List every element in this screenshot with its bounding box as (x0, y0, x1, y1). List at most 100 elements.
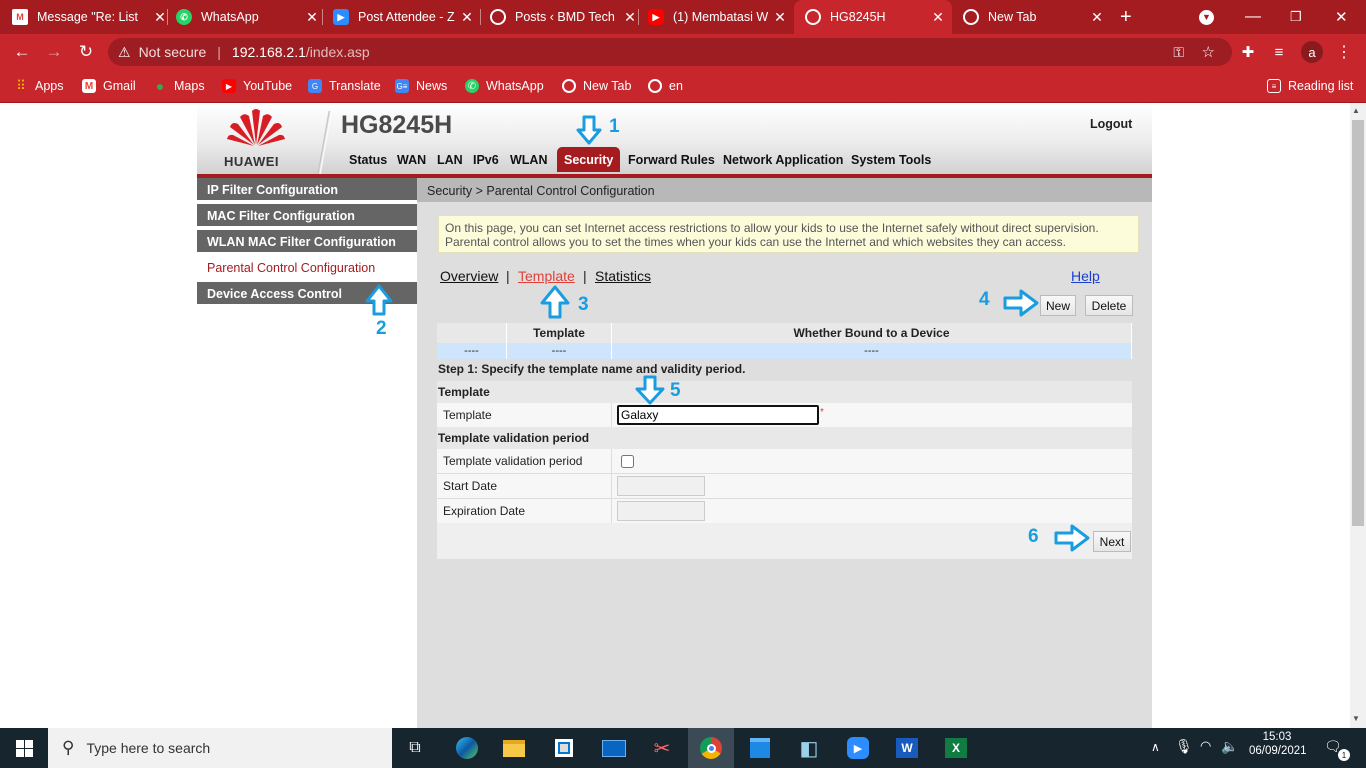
expiration-date-label: Expiration Date (437, 499, 612, 523)
word-icon[interactable]: W (884, 728, 930, 768)
start-date-input[interactable] (617, 476, 705, 496)
arrow-down-icon (635, 375, 665, 405)
close-icon[interactable]: ✕ (304, 9, 320, 26)
tab-search-icon[interactable]: ▼ (1199, 0, 1215, 34)
task-view-icon[interactable]: ⧉ (392, 728, 438, 768)
delete-button[interactable]: Delete (1085, 295, 1133, 316)
tab-title: New Tab (988, 10, 1037, 24)
reading-list[interactable]: ≡ Reading list (1267, 70, 1353, 102)
menu-icon[interactable]: ⋮ (1330, 34, 1358, 70)
address-bar[interactable]: ⚠ Not secure | 192.168.2.1 /index.asp ⚿ … (108, 38, 1232, 66)
bookmark-news[interactable]: G≡ News (395, 70, 447, 102)
bookmark-new-tab[interactable]: New Tab (562, 70, 631, 102)
tab-new-tab[interactable]: New Tab ✕ (963, 0, 1105, 34)
bookmark-apps[interactable]: ⠿ Apps (14, 70, 63, 102)
minimize-icon[interactable]: — (1245, 0, 1261, 34)
excel-icon[interactable]: X (933, 728, 979, 768)
tab-posts[interactable]: Posts ‹ BMD Tech ✕ (490, 0, 638, 34)
template-link[interactable]: Template (518, 268, 575, 284)
taskbar-search[interactable]: ⚲ Type here to search (48, 728, 392, 768)
new-button[interactable]: New (1040, 295, 1076, 316)
scroll-down-icon[interactable]: ▼ (1352, 714, 1360, 723)
edge-icon[interactable] (444, 728, 490, 768)
tab-whatsapp[interactable]: ✆ WhatsApp ✕ (176, 0, 320, 34)
sidebar-item-mac-filter[interactable]: MAC Filter Configuration (197, 204, 417, 228)
wifi-icon[interactable]: ◠ (1200, 738, 1211, 754)
router-console: HUAWEI HG8245H Logout Status WAN LAN IPv… (197, 103, 1152, 728)
back-icon[interactable]: ← (8, 34, 36, 70)
zoom-icon[interactable]: ▶ (835, 728, 881, 768)
snipping-tool-icon[interactable]: ✂ (639, 728, 685, 768)
validation-label: Template validation period (437, 449, 612, 473)
window-close-icon[interactable]: ✕ (1335, 0, 1349, 34)
scrollbar-thumb[interactable] (1352, 120, 1364, 526)
reload-icon[interactable]: ↻ (72, 34, 100, 70)
close-icon[interactable]: ✕ (622, 9, 638, 26)
store-icon[interactable] (541, 728, 587, 768)
clock-date: 06/09/2021 (1249, 745, 1307, 757)
new-tab-button[interactable]: + (1120, 0, 1140, 34)
reading-mode-icon[interactable]: ≡ (1265, 34, 1293, 70)
calendar-icon[interactable] (737, 728, 783, 768)
logout-link[interactable]: Logout (1090, 117, 1132, 131)
globe-icon (648, 79, 662, 93)
sidebar-item-parental-control[interactable]: Parental Control Configuration (197, 256, 417, 280)
bookmark-maps[interactable]: ● Maps (153, 70, 205, 102)
expiration-date-input[interactable] (617, 501, 705, 521)
next-button[interactable]: Next (1093, 531, 1131, 552)
globe-icon (490, 9, 506, 25)
nav-lan[interactable]: LAN (437, 153, 463, 167)
close-icon[interactable]: ✕ (1089, 9, 1105, 26)
sidebar-item-ip-filter[interactable]: IP Filter Configuration (197, 178, 417, 202)
close-icon[interactable]: ✕ (459, 9, 475, 26)
volume-icon[interactable]: 🔈 (1221, 738, 1238, 755)
start-windows-icon[interactable] (0, 728, 48, 768)
close-icon[interactable]: ✕ (772, 9, 788, 26)
nav-security[interactable]: Security (557, 147, 621, 172)
overview-link[interactable]: Overview (440, 268, 498, 284)
help-link[interactable]: Help (1071, 268, 1100, 284)
bookmark-translate[interactable]: G Translate (308, 70, 381, 102)
clock[interactable]: 15:03 06/09/2021 (1249, 731, 1307, 757)
chrome-icon (963, 9, 979, 25)
validation-checkbox[interactable] (621, 455, 634, 468)
nav-forward-rules[interactable]: Forward Rules (628, 153, 715, 167)
bookmark-youtube[interactable]: ▶ YouTube (222, 70, 292, 102)
bookmark-star-icon[interactable]: ☆ (1202, 43, 1215, 61)
tab-hg8245h[interactable]: HG8245H ✕ (794, 0, 952, 34)
nav-network-application[interactable]: Network Application (723, 153, 843, 167)
nav-wan[interactable]: WAN (397, 153, 426, 167)
bookmark-en[interactable]: en (648, 70, 683, 102)
browser-tab-strip: M Message "Re: List ✕ ✆ WhatsApp ✕ ▶ Pos… (0, 0, 1366, 34)
notes-icon[interactable]: ◧ (786, 728, 832, 768)
close-icon[interactable]: ✕ (152, 9, 168, 26)
forward-icon[interactable]: → (40, 34, 68, 70)
nav-ipv6[interactable]: IPv6 (473, 153, 499, 167)
tab-youtube[interactable]: ▶ (1) Membatasi W ✕ (648, 0, 788, 34)
chevron-up-icon[interactable]: ∧ (1151, 740, 1160, 754)
scroll-up-icon[interactable]: ▲ (1352, 106, 1360, 115)
template-name-input[interactable] (617, 405, 819, 425)
tab-zoom[interactable]: ▶ Post Attendee - Z ✕ (333, 0, 475, 34)
profile-avatar[interactable]: a (1298, 34, 1326, 70)
nav-system-tools[interactable]: System Tools (851, 153, 931, 167)
bookmark-gmail[interactable]: M Gmail (82, 70, 136, 102)
sidebar-item-wlan-mac-filter[interactable]: WLAN MAC Filter Configuration (197, 230, 417, 254)
arrow-down-icon (576, 115, 602, 145)
tab-gmail[interactable]: M Message "Re: List ✕ (12, 0, 168, 34)
microphone-icon[interactable]: 🎙 (1175, 738, 1193, 755)
nav-status[interactable]: Status (349, 153, 387, 167)
bookmark-whatsapp[interactable]: ✆ WhatsApp (465, 70, 544, 102)
mail-icon[interactable] (591, 728, 637, 768)
nav-wlan[interactable]: WLAN (510, 153, 548, 167)
restore-icon[interactable]: ❐ (1290, 0, 1304, 34)
chrome-icon[interactable] (688, 728, 734, 768)
key-icon[interactable]: ⚿ (1173, 44, 1184, 61)
file-explorer-icon[interactable] (491, 728, 537, 768)
page-viewport: HUAWEI HG8245H Logout Status WAN LAN IPv… (0, 103, 1366, 728)
whatsapp-icon: ✆ (176, 9, 192, 25)
sidebar: IP Filter Configuration MAC Filter Confi… (197, 178, 417, 728)
extensions-icon[interactable]: ✚ (1234, 34, 1262, 70)
statistics-link[interactable]: Statistics (595, 268, 651, 284)
close-icon[interactable]: ✕ (930, 9, 946, 26)
